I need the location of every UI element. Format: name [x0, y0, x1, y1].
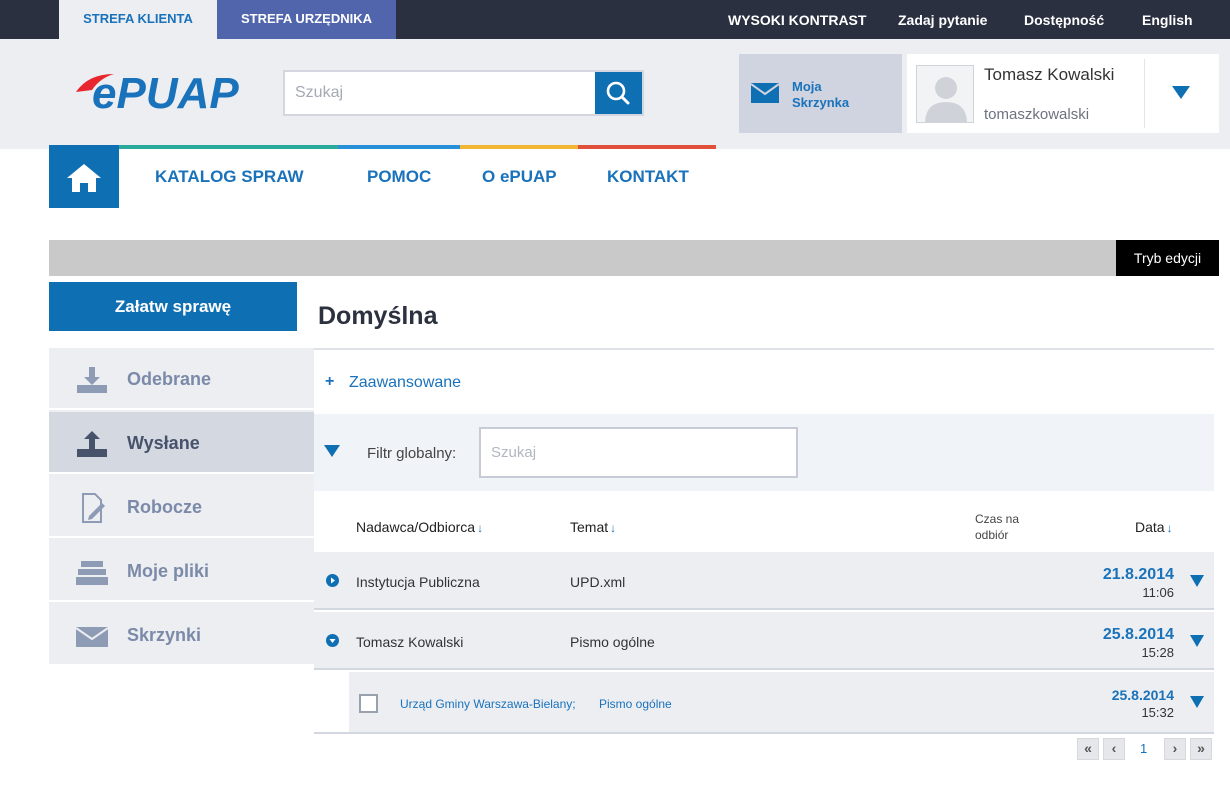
- stripe-segment: [338, 145, 460, 149]
- date-cell: 25.8.2014: [1111, 687, 1174, 703]
- upload-tray-icon: [77, 431, 107, 457]
- accessibility-link[interactable]: Dostępność: [1024, 0, 1104, 39]
- column-header-label: Temat: [570, 519, 609, 535]
- sort-arrow-icon: ↓: [477, 521, 484, 535]
- table-subrow[interactable]: Urząd Gminy Warszawa-Bielany; Pismo ogól…: [349, 672, 1214, 732]
- sidebar-item-drafts[interactable]: Robocze: [49, 476, 314, 538]
- tab-official-zone[interactable]: STREFA URZĘDNIKA: [217, 0, 396, 39]
- date-cell: 25.8.2014: [1102, 626, 1174, 643]
- expand-row-icon[interactable]: [326, 574, 339, 587]
- sidebar-item-my-files[interactable]: Moje pliki: [49, 540, 314, 602]
- ask-question-link[interactable]: Zadaj pytanie: [898, 0, 987, 39]
- sidebar-item-received[interactable]: Odebrane: [49, 348, 314, 410]
- sidebar-item-label: Skrzynki: [127, 625, 202, 645]
- sidebar-item-label: Wysłane: [127, 433, 200, 453]
- chevron-down-icon[interactable]: [1172, 86, 1190, 99]
- plus-icon[interactable]: +: [325, 373, 334, 391]
- home-button[interactable]: [49, 145, 119, 208]
- time-cell: 15:32: [1141, 705, 1174, 720]
- triangle-down-icon[interactable]: [1190, 696, 1204, 708]
- filter-panel: Filtr globalny:: [314, 414, 1214, 491]
- sidebar: Odebrane Wysłane Robocze Moje pliki Skrz…: [49, 348, 314, 666]
- edit-mode-button[interactable]: Tryb edycji: [1116, 240, 1219, 276]
- tab-client-zone[interactable]: STREFA KLIENTA: [59, 0, 217, 39]
- pager-current-page[interactable]: 1: [1140, 741, 1147, 756]
- sort-arrow-icon: ↓: [1166, 521, 1173, 535]
- sidebar-item-label: Robocze: [127, 497, 203, 517]
- settle-case-button[interactable]: Załatw sprawę: [49, 282, 297, 331]
- triangle-down-icon[interactable]: [324, 445, 340, 457]
- search-icon: [606, 81, 630, 105]
- collapse-row-icon[interactable]: [326, 634, 339, 647]
- user-panel: Tomasz Kowalski tomaszkowalski: [907, 54, 1219, 133]
- nav-contact[interactable]: KONTAKT: [607, 167, 689, 187]
- advanced-search-link[interactable]: Zaawansowane: [349, 374, 461, 392]
- recipient-link[interactable]: Urząd Gminy Warszawa-Bielany;: [400, 697, 576, 711]
- divider: [314, 348, 1214, 350]
- time-cell: 11:06: [1142, 585, 1174, 600]
- stripe-segment: [460, 145, 578, 149]
- language-link[interactable]: English: [1142, 0, 1193, 39]
- column-header-label: Nadawca/Odbiorca: [356, 519, 476, 535]
- envelope-icon: [751, 83, 779, 103]
- sidebar-item-sent[interactable]: Wysłane: [49, 412, 314, 474]
- table-row[interactable]: Tomasz Kowalski Pismo ogólne 25.8.2014 1…: [314, 612, 1214, 670]
- time-cell: 15:28: [1141, 645, 1174, 660]
- column-header-label: Data: [1135, 519, 1165, 535]
- envelope-icon: [75, 627, 109, 647]
- top-bar: STREFA KLIENTA STREFA URZĘDNIKA WYSOKI K…: [0, 0, 1230, 39]
- subject-link[interactable]: Pismo ogólne: [599, 697, 672, 711]
- user-name: Tomasz Kowalski: [984, 65, 1115, 84]
- subject-cell: Pismo ogólne: [570, 634, 655, 650]
- triangle-down-icon[interactable]: [1190, 575, 1204, 587]
- sender-cell: Tomasz Kowalski: [356, 634, 464, 650]
- pager-next-button[interactable]: ›: [1164, 738, 1186, 760]
- nav-help[interactable]: POMOC: [367, 167, 431, 187]
- file-tray-icon: [76, 561, 108, 585]
- nav-about[interactable]: O ePUAP: [482, 167, 557, 187]
- draft-document-icon: [82, 493, 105, 523]
- sort-arrow-icon: ↓: [610, 521, 617, 535]
- user-placeholder-icon: [925, 77, 967, 122]
- column-header-date[interactable]: Data ↓: [1135, 519, 1173, 535]
- divider: [314, 732, 1214, 734]
- search-input[interactable]: [285, 72, 596, 114]
- avatar: [916, 65, 974, 123]
- table-row[interactable]: Instytucja Publiczna UPD.xml 21.8.2014 1…: [314, 552, 1214, 610]
- search-box: [283, 70, 644, 116]
- page-title: Domyślna: [318, 302, 438, 330]
- pager-first-button[interactable]: «: [1077, 738, 1099, 760]
- column-header-pickup-time: Czas na odbiór: [975, 512, 1020, 542]
- search-button[interactable]: [595, 72, 642, 114]
- download-tray-icon: [77, 367, 107, 393]
- stripe-segment: [578, 145, 716, 149]
- high-contrast-link[interactable]: WYSOKI KONTRAST: [728, 0, 866, 39]
- epuap-logo[interactable]: ePUAP: [74, 68, 254, 118]
- global-filter-label: Filtr globalny:: [367, 445, 457, 462]
- sidebar-item-label: Moje pliki: [127, 561, 210, 581]
- triangle-down-icon[interactable]: [1190, 635, 1204, 647]
- column-header-sender[interactable]: Nadawca/Odbiorca ↓: [356, 519, 483, 535]
- nav-catalog[interactable]: KATALOG SPRAW: [155, 167, 304, 187]
- my-inbox-button[interactable]: Moja Skrzynka: [739, 54, 902, 133]
- sidebar-item-label: Odebrane: [127, 369, 212, 389]
- home-icon: [67, 164, 101, 192]
- logo-text: ePUAP: [92, 69, 239, 116]
- subject-cell: UPD.xml: [570, 574, 626, 590]
- divider: [1144, 59, 1145, 128]
- sender-cell: Instytucja Publiczna: [356, 574, 480, 590]
- column-header-subject[interactable]: Temat ↓: [570, 519, 616, 535]
- toolbar-bar: [49, 240, 1219, 276]
- pager-last-button[interactable]: »: [1190, 738, 1212, 760]
- my-inbox-label: Moja Skrzynka: [792, 79, 850, 110]
- sidebar-item-inboxes[interactable]: Skrzynki: [49, 604, 314, 666]
- date-cell: 21.8.2014: [1102, 566, 1174, 583]
- row-checkbox[interactable]: [359, 694, 378, 713]
- user-login: tomaszkowalski: [984, 106, 1090, 123]
- pager-prev-button[interactable]: ‹: [1103, 738, 1125, 760]
- global-filter-input[interactable]: [479, 427, 798, 478]
- stripe-segment: [119, 145, 338, 149]
